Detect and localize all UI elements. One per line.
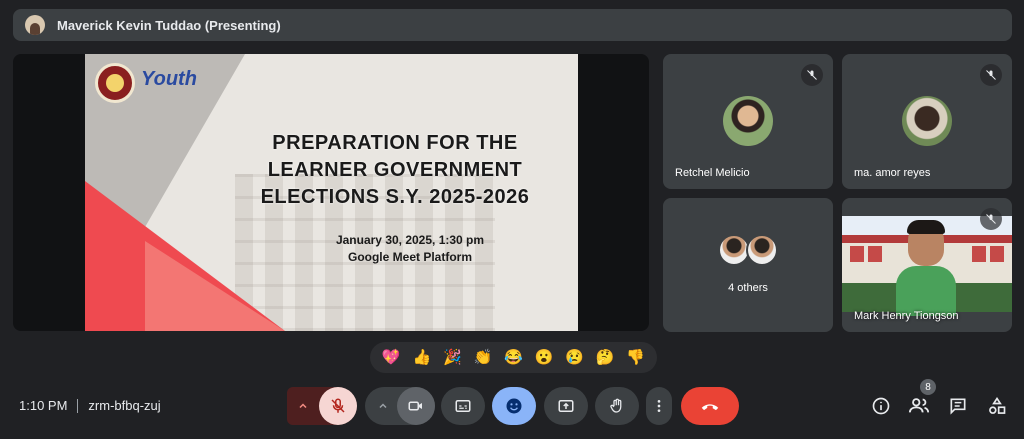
chat-button[interactable]: [946, 394, 970, 418]
reaction-thumbs-down[interactable]: 👎: [626, 350, 645, 365]
slide-subtitle: January 30, 2025, 1:30 pm Google Meet Pl…: [325, 232, 495, 266]
camera-control-group: [365, 387, 435, 425]
activities-button[interactable]: [985, 394, 1009, 418]
people-count-badge: 8: [920, 379, 936, 395]
slide-pink-shape: [145, 241, 285, 331]
reaction-surprised[interactable]: 😮: [535, 350, 554, 365]
people-icon: [908, 398, 930, 413]
chevron-up-icon[interactable]: [287, 387, 319, 425]
mic-control-group: [287, 387, 357, 425]
youth-logo: Youth: [141, 68, 197, 90]
deped-seal-logo: [95, 63, 135, 103]
slide-title: PREPARATION FOR THE LEARNER GOVERNMENT E…: [235, 130, 555, 211]
info-icon: [872, 397, 890, 415]
camera-toggle-button[interactable]: [397, 387, 435, 425]
chat-icon: [950, 398, 966, 415]
presentation-stage[interactable]: Youth PREPARATION FOR THE LEARNER GOVERN…: [13, 54, 649, 331]
slide-title-line-1: PREPARATION FOR THE: [272, 132, 518, 154]
captions-button[interactable]: [441, 387, 485, 425]
slide-platform: Google Meet Platform: [347, 250, 472, 264]
leave-call-button[interactable]: [681, 387, 739, 425]
participant-tile-mark[interactable]: Mark Henry Tiongson: [842, 198, 1012, 332]
activities-icon: [989, 396, 1006, 414]
chevron-up-icon[interactable]: [367, 387, 399, 425]
participant-name: Mark Henry Tiongson: [854, 310, 959, 322]
mic-off-icon: [980, 64, 1002, 86]
meeting-info: 1:10 PM zrm-bfbq-zuj: [19, 398, 161, 413]
reaction-party-popper[interactable]: 🎉: [443, 350, 462, 365]
camera-icon: [408, 401, 422, 411]
slide-title-line-2: LEARNER GOVERNMENT: [267, 159, 523, 181]
others-count-label: 4 others: [728, 282, 768, 294]
others-avatar-2: [746, 234, 778, 266]
reaction-thinking[interactable]: 🤔: [596, 350, 615, 365]
reactions-button[interactable]: [492, 387, 536, 425]
presentation-slide: Youth PREPARATION FOR THE LEARNER GOVERN…: [85, 54, 578, 331]
reaction-sad[interactable]: 😢: [565, 350, 584, 365]
participant-name: Retchel Melicio: [675, 167, 750, 179]
emoji-icon: [506, 398, 522, 414]
reaction-thumbs-up[interactable]: 👍: [412, 350, 431, 365]
participant-tile-others[interactable]: 4 others: [663, 198, 833, 332]
raise-hand-button[interactable]: [595, 387, 639, 425]
more-vert-icon: [657, 400, 661, 412]
meeting-time: 1:10 PM: [19, 398, 68, 413]
divider: [77, 398, 79, 413]
reaction-sparkling-heart[interactable]: 💖: [382, 350, 401, 365]
raise-hand-icon: [610, 398, 622, 413]
mic-toggle-button[interactable]: [319, 387, 357, 425]
presenter-avatar: [25, 15, 45, 35]
presenter-name: Maverick Kevin Tuddao (Presenting): [57, 17, 281, 33]
mic-off-icon: [980, 208, 1002, 230]
participant-video: [842, 216, 1012, 316]
present-icon: [558, 400, 574, 412]
captions-icon: [455, 400, 471, 412]
people-button[interactable]: [907, 394, 931, 418]
mic-off-icon: [801, 64, 823, 86]
presenting-banner: Maverick Kevin Tuddao (Presenting): [13, 9, 1012, 41]
mic-off-icon: [331, 398, 345, 413]
meeting-code[interactable]: zrm-bfbq-zuj: [88, 398, 160, 413]
participant-avatar: [723, 96, 773, 146]
slide-title-line-3: ELECTIONS S.Y. 2025-2026: [260, 186, 530, 208]
present-button[interactable]: [544, 387, 588, 425]
reaction-clap[interactable]: 👏: [474, 350, 493, 365]
slide-date: January 30, 2025, 1:30 pm: [335, 233, 485, 247]
participant-tile-amor[interactable]: ma. amor reyes: [842, 54, 1012, 189]
reactions-bar: 💖 👍 🎉 👏 😂 😮 😢 🤔 👎: [370, 342, 657, 373]
meeting-details-button[interactable]: [869, 394, 893, 418]
participant-tile-retchel[interactable]: Retchel Melicio: [663, 54, 833, 189]
end-call-icon: [701, 404, 719, 411]
participant-name: ma. amor reyes: [854, 167, 931, 179]
participant-avatar: [902, 96, 952, 146]
reaction-laugh[interactable]: 😂: [504, 350, 523, 365]
more-options-button[interactable]: [646, 387, 672, 425]
